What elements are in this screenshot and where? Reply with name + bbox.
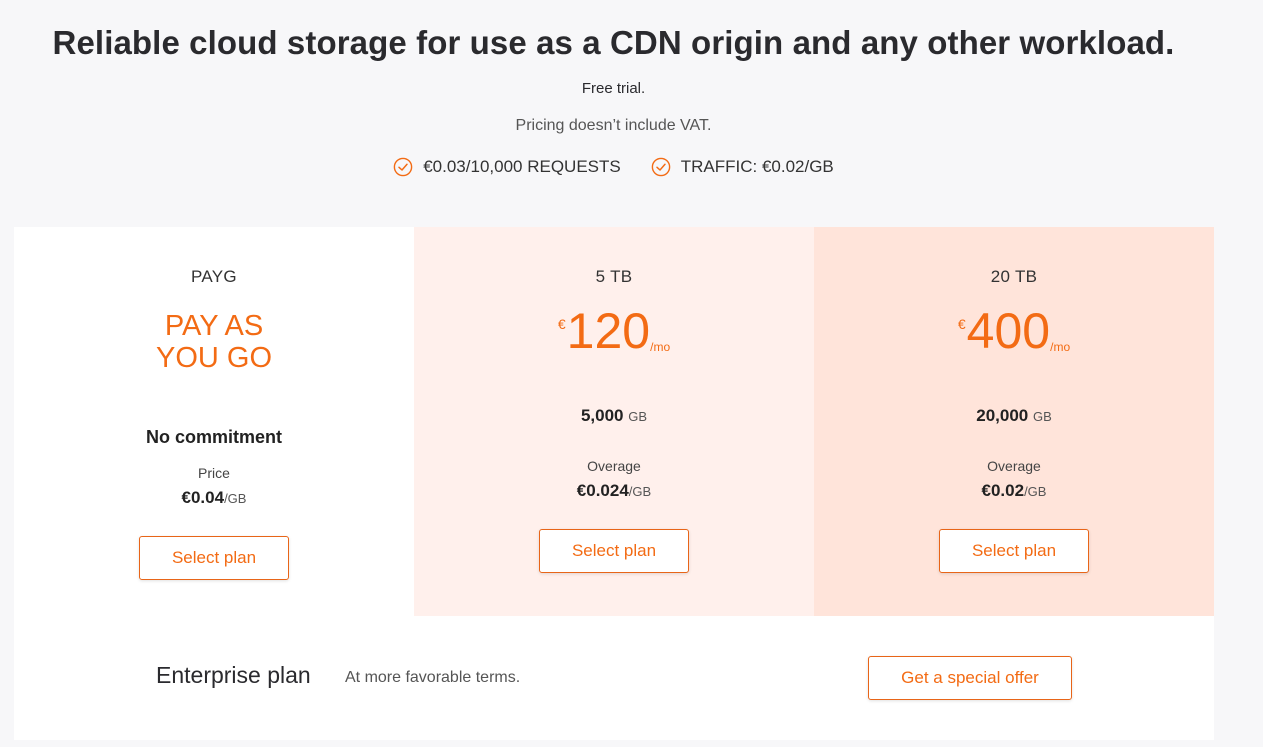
select-plan-5tb-button[interactable]: Select plan <box>539 529 689 573</box>
page-title: Reliable cloud storage for use as a CDN … <box>52 24 1175 61</box>
feature-label: €0.03/10,000 REQUESTS <box>423 157 621 176</box>
volume-amount: 20,000 <box>976 406 1029 425</box>
price-label: Price <box>198 465 230 481</box>
price-amount: 120 <box>566 303 651 359</box>
overage-label: Overage <box>987 458 1041 474</box>
feature-label: TRAFFIC: €0.02/GB <box>680 157 834 176</box>
plan-headline: PAY AS YOU GO <box>14 310 414 374</box>
enterprise-subtitle: At more favorable terms. <box>345 669 521 686</box>
select-plan-20tb-button[interactable]: Select plan <box>939 529 1089 573</box>
overage-amount: €0.024 <box>576 481 629 500</box>
vat-note: Pricing doesn’t include VAT. <box>515 117 712 134</box>
overage-unit: /GB <box>1024 484 1047 499</box>
currency-symbol: € <box>957 316 966 332</box>
plan-card-payg: PAYG PAY AS YOU GO No commitment Price €… <box>14 227 414 616</box>
plan-name: 20 TB <box>990 267 1038 286</box>
feature-list: €0.03/10,000 REQUESTS TRAFFIC: €0.02/GB <box>0 157 1227 177</box>
storage-volume: 5,000 GB <box>414 406 814 426</box>
plan-card-5tb: 5 TB € 120 /mo 5,000 GB Overage €0.024/G… <box>414 227 814 616</box>
free-trial-note: Free trial. <box>581 80 646 97</box>
overage-unit: /GB <box>628 484 652 499</box>
pricing-page: Reliable cloud storage for use as a CDN … <box>0 0 1263 747</box>
storage-volume: 20,000 GB <box>814 406 1214 426</box>
overage-value: €0.024/GB <box>414 481 814 501</box>
enterprise-banner: Enterprise plan At more favorable terms.… <box>14 616 1214 740</box>
plan-name: 5 TB <box>595 267 633 286</box>
price-period: /mo <box>650 340 671 354</box>
enterprise-title: Enterprise plan <box>156 662 311 688</box>
plan-headline-text: PAY AS YOU GO <box>155 310 272 374</box>
volume-amount: 5,000 <box>580 406 624 425</box>
overage-amount: €0.02 <box>981 481 1025 500</box>
get-special-offer-button[interactable]: Get a special offer <box>868 656 1072 700</box>
price-amount: €0.04 <box>181 488 225 507</box>
price-value: €0.04/GB <box>14 488 414 508</box>
plan-name: PAYG <box>191 267 237 286</box>
commitment-text: No commitment <box>145 427 282 447</box>
plan-card-20tb: 20 TB € 400 /mo 20,000 GB Overage €0.02/… <box>814 227 1214 616</box>
volume-unit: GB <box>1032 409 1052 424</box>
select-plan-payg-button[interactable]: Select plan <box>139 536 289 580</box>
plans-grid: PAYG PAY AS YOU GO No commitment Price €… <box>14 227 1214 616</box>
feature-traffic: TRAFFIC: €0.02/GB <box>651 157 834 177</box>
plan-price: € 400 /mo <box>814 304 1214 358</box>
currency-symbol: € <box>557 316 566 332</box>
check-circle-icon <box>393 157 413 177</box>
price-amount: 400 <box>966 303 1051 359</box>
feature-requests: €0.03/10,000 REQUESTS <box>393 157 621 177</box>
price-period: /mo <box>1050 340 1071 354</box>
plan-price: € 120 /mo <box>414 304 814 358</box>
price-unit: /GB <box>224 491 247 506</box>
volume-unit: GB <box>628 409 648 424</box>
check-circle-icon <box>651 157 671 177</box>
overage-label: Overage <box>587 458 641 474</box>
overage-value: €0.02/GB <box>814 481 1214 501</box>
